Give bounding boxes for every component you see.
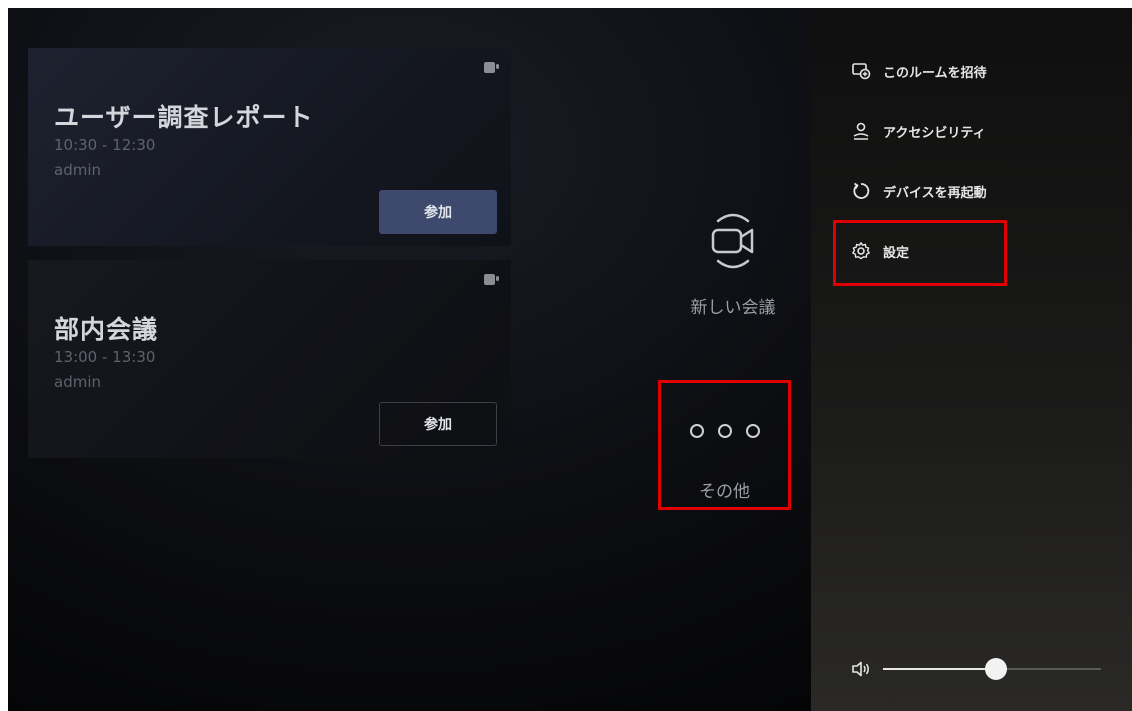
volume-slider-handle[interactable] <box>985 658 1008 680</box>
menu-item-label: アクセシビリティ <box>883 125 986 141</box>
accessibility-icon <box>853 122 869 140</box>
new-meeting-label: 新しい会議 <box>690 298 776 318</box>
restart-icon <box>853 182 870 199</box>
speaker-icon[interactable] <box>851 660 871 678</box>
menu-item-restart-device[interactable]: デバイスを再起動 <box>851 176 987 206</box>
meeting-title: 部内会議 <box>54 315 159 344</box>
meeting-card[interactable]: 部内会議 13:00 - 13:30 admin 参加 <box>28 260 511 458</box>
join-button[interactable]: 参加 <box>379 190 497 234</box>
meeting-title: ユーザー調査レポート <box>54 103 314 132</box>
teams-icon <box>484 62 499 73</box>
volume-control[interactable] <box>851 657 1111 681</box>
menu-item-label: このルームを招待 <box>883 65 987 81</box>
meeting-owner: admin <box>54 373 101 391</box>
volume-slider[interactable] <box>883 658 1101 680</box>
video-camera-icon <box>711 213 754 269</box>
meeting-time: 13:00 - 13:30 <box>54 348 156 366</box>
invite-icon <box>852 63 871 80</box>
teams-rooms-screen: ユーザー調査レポート 10:30 - 12:30 admin 参加 部内会議 1… <box>8 8 1132 711</box>
menu-item-settings[interactable]: 設定 <box>851 236 909 266</box>
meeting-owner: admin <box>54 161 101 179</box>
meeting-time: 10:30 - 12:30 <box>54 136 156 154</box>
new-meeting-button[interactable]: 新しい会議 <box>668 203 798 323</box>
menu-item-label: デバイスを再起動 <box>883 185 987 201</box>
join-button[interactable]: 参加 <box>379 402 497 446</box>
more-label: その他 <box>699 482 750 502</box>
teams-icon <box>484 274 499 285</box>
side-menu-panel: このルームを招待 アクセシビリティ デバイスを再起動 設定 <box>811 8 1132 711</box>
menu-item-label: 設定 <box>883 245 910 261</box>
menu-item-invite-room[interactable]: このルームを招待 <box>851 56 987 86</box>
more-button[interactable]: その他 <box>658 380 791 510</box>
more-dots-icon <box>690 424 760 438</box>
volume-slider-fill <box>883 668 997 670</box>
meeting-card[interactable]: ユーザー調査レポート 10:30 - 12:30 admin 参加 <box>28 48 511 246</box>
menu-item-accessibility[interactable]: アクセシビリティ <box>851 116 986 146</box>
gear-icon <box>852 242 870 260</box>
